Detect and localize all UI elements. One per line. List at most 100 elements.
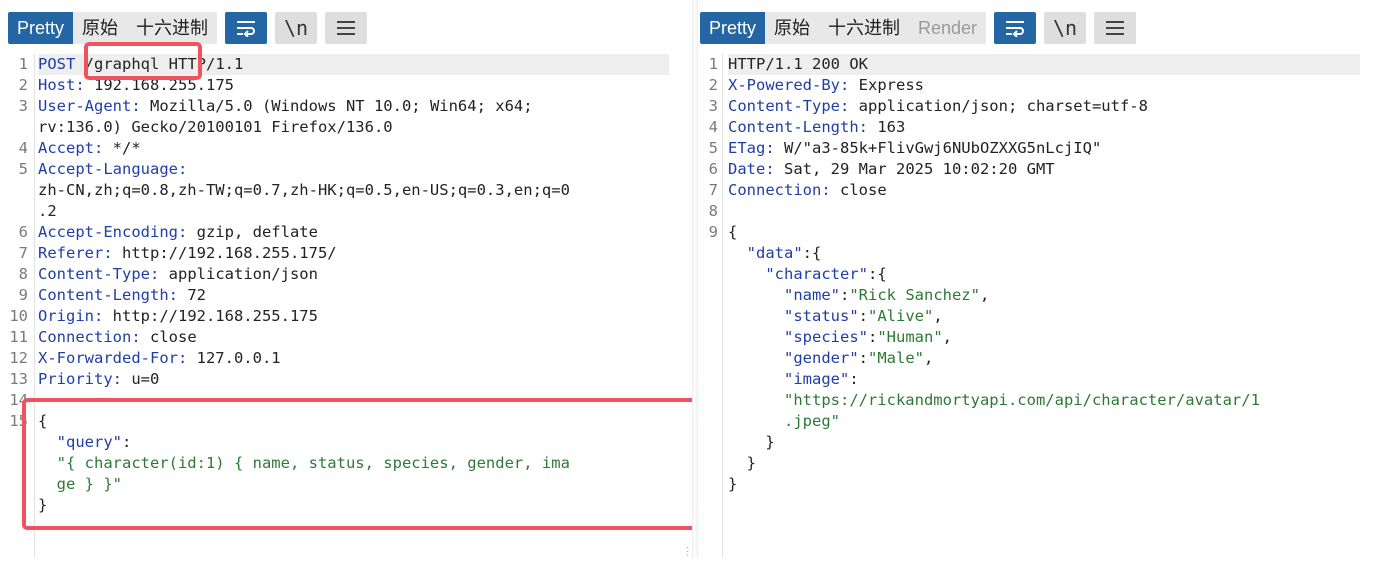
line-text: Host: 192.168.255.175 [38, 75, 234, 96]
code-line: 12 X-Forwarded-For: 127.0.0.1 [0, 348, 692, 369]
line-text: X-Powered-By: Express [728, 75, 924, 96]
line-text: Connection: close [38, 327, 197, 348]
line-key: Host: [38, 76, 85, 94]
tab-render[interactable]: Render [909, 12, 987, 44]
response-view-tabs: Pretty 原始 十六进制 Render [700, 12, 987, 44]
code-line: 7 Connection: close [698, 180, 1392, 201]
json-punctuation: , [942, 328, 952, 346]
request-editor[interactable]: 1 POST /graphql HTTP/1.1 2 Host: 192.168.25… [0, 54, 692, 558]
json-punctuation: , [979, 286, 990, 304]
line-text: } [38, 495, 47, 516]
code-line: } [698, 432, 1392, 453]
code-line: } [698, 453, 1392, 474]
wrap-lines-button[interactable] [225, 12, 268, 44]
line-text: "name":"Rick Sanchez", [728, 285, 989, 306]
line-text: .jpeg" [728, 411, 840, 432]
line-text: "status":"Alive", [728, 306, 943, 327]
newline-icon: \n [1053, 16, 1078, 40]
line-key: Date: [728, 160, 775, 178]
tab-raw[interactable]: 原始 [73, 12, 128, 44]
code-line: "data":{ [698, 243, 1392, 264]
line-text: Connection: close [728, 180, 887, 201]
code-line: 1 HTTP/1.1 200 OK [698, 54, 1392, 75]
line-number: 3 [708, 97, 718, 115]
line-number: 11 [9, 328, 28, 346]
show-newlines-button[interactable]: \n [1044, 12, 1087, 44]
response-pane: Pretty 原始 十六进制 Render \n 1 HTTP/1.1 200 O… [698, 0, 1392, 558]
line-text: ge } }" [38, 474, 122, 495]
line-value: : [839, 286, 850, 304]
line-value: W/"a3-85k+FlivGwj6NUbOZXXG5nLcjIQ" [774, 139, 1102, 157]
line-key: Priority: [38, 370, 122, 388]
response-editor[interactable]: 1 HTTP/1.1 200 OK 2 X-Powered-By: Express 3 C… [698, 54, 1392, 558]
tab-pretty[interactable]: Pretty [700, 12, 766, 44]
line-key: "gender" [728, 349, 859, 367]
line-text: } [728, 474, 737, 495]
line-number: 7 [18, 244, 28, 262]
code-line: "query": [0, 432, 692, 453]
code-line: "{ character(id:1) { name, status, speci… [0, 453, 692, 474]
line-text: rv:136.0) Gecko/20100101 Firefox/136.0 [38, 117, 393, 138]
line-text: { [38, 411, 47, 432]
code-line: 4 Accept: */* [0, 138, 692, 159]
line-key: Content-Length: [728, 118, 868, 136]
line-key: "query" [38, 433, 122, 451]
line-number: 6 [708, 160, 718, 178]
code-line: 4 Content-Length: 163 [698, 117, 1392, 138]
line-text: zh-CN,zh;q=0.8,zh-TW;q=0.7,zh-HK;q=0.5,e… [38, 180, 570, 201]
splitter-grip-icon[interactable]: · · · [686, 543, 690, 561]
line-number: 9 [708, 223, 718, 241]
line-text: User-Agent: Mozilla/5.0 (Windows NT 10.0… [38, 96, 533, 117]
code-line: 2 X-Powered-By: Express [698, 75, 1392, 96]
line-value: Express [849, 76, 924, 94]
request-toolbar: Pretty 原始 十六进制 \n [8, 12, 368, 44]
line-number: 4 [18, 139, 28, 157]
line-number: 2 [708, 76, 718, 94]
line-text: HTTP/1.1 200 OK [728, 54, 868, 75]
line-value: { [38, 412, 48, 430]
line-value: .jpeg" [728, 412, 840, 430]
wrap-lines-button[interactable] [994, 12, 1037, 44]
code-line: .jpeg" [698, 411, 1392, 432]
line-number: 6 [18, 223, 28, 241]
show-newlines-button[interactable]: \n [275, 12, 318, 44]
code-line: 8 [698, 201, 1392, 222]
json-string-value: "Alive" [868, 307, 934, 325]
code-line: } [0, 495, 692, 516]
tab-pretty[interactable]: Pretty [8, 12, 74, 44]
json-punctuation: , [924, 349, 934, 367]
code-line: 8 Content-Type: application/json [0, 264, 692, 285]
json-string-value: "Rick Sanchez" [849, 286, 980, 304]
code-line: "character":{ [698, 264, 1392, 285]
line-value: : [867, 328, 878, 346]
wrap-icon [237, 21, 256, 37]
line-number: 4 [708, 118, 718, 136]
line-value: : [858, 349, 868, 367]
menu-icon [337, 21, 356, 35]
line-key: Connection: [728, 181, 831, 199]
line-text: "{ character(id:1) { name, status, speci… [38, 453, 570, 474]
line-value: 127.0.0.1 [187, 349, 281, 367]
line-key: "image" [728, 370, 850, 388]
line-text: Content-Type: application/json [38, 264, 318, 285]
line-value: /graphql HTTP/1.1 [84, 55, 244, 73]
code-line: 13 Priority: u=0 [0, 369, 692, 390]
menu-button[interactable] [325, 12, 368, 44]
line-value: 192.168.255.175 [84, 76, 234, 94]
tab-raw[interactable]: 原始 [765, 12, 820, 44]
code-line: 5 Accept-Language: [0, 159, 692, 180]
line-value: close [140, 328, 197, 346]
line-value: application/json; charset=utf-8 [849, 97, 1148, 115]
menu-button[interactable] [1094, 12, 1137, 44]
line-value: } [728, 454, 756, 472]
code-line: 3 User-Agent: Mozilla/5.0 (Windows NT 10.… [0, 96, 692, 117]
line-key: Accept-Language: [38, 160, 188, 178]
line-value: : [849, 370, 859, 388]
line-value: { [728, 223, 738, 241]
line-number: 8 [708, 202, 718, 220]
line-text: POST /graphql HTTP/1.1 [38, 54, 243, 75]
tab-hex[interactable]: 十六进制 [819, 12, 910, 44]
line-number: 3 [18, 97, 28, 115]
line-number: 10 [9, 307, 28, 325]
tab-hex[interactable]: 十六进制 [127, 12, 218, 44]
